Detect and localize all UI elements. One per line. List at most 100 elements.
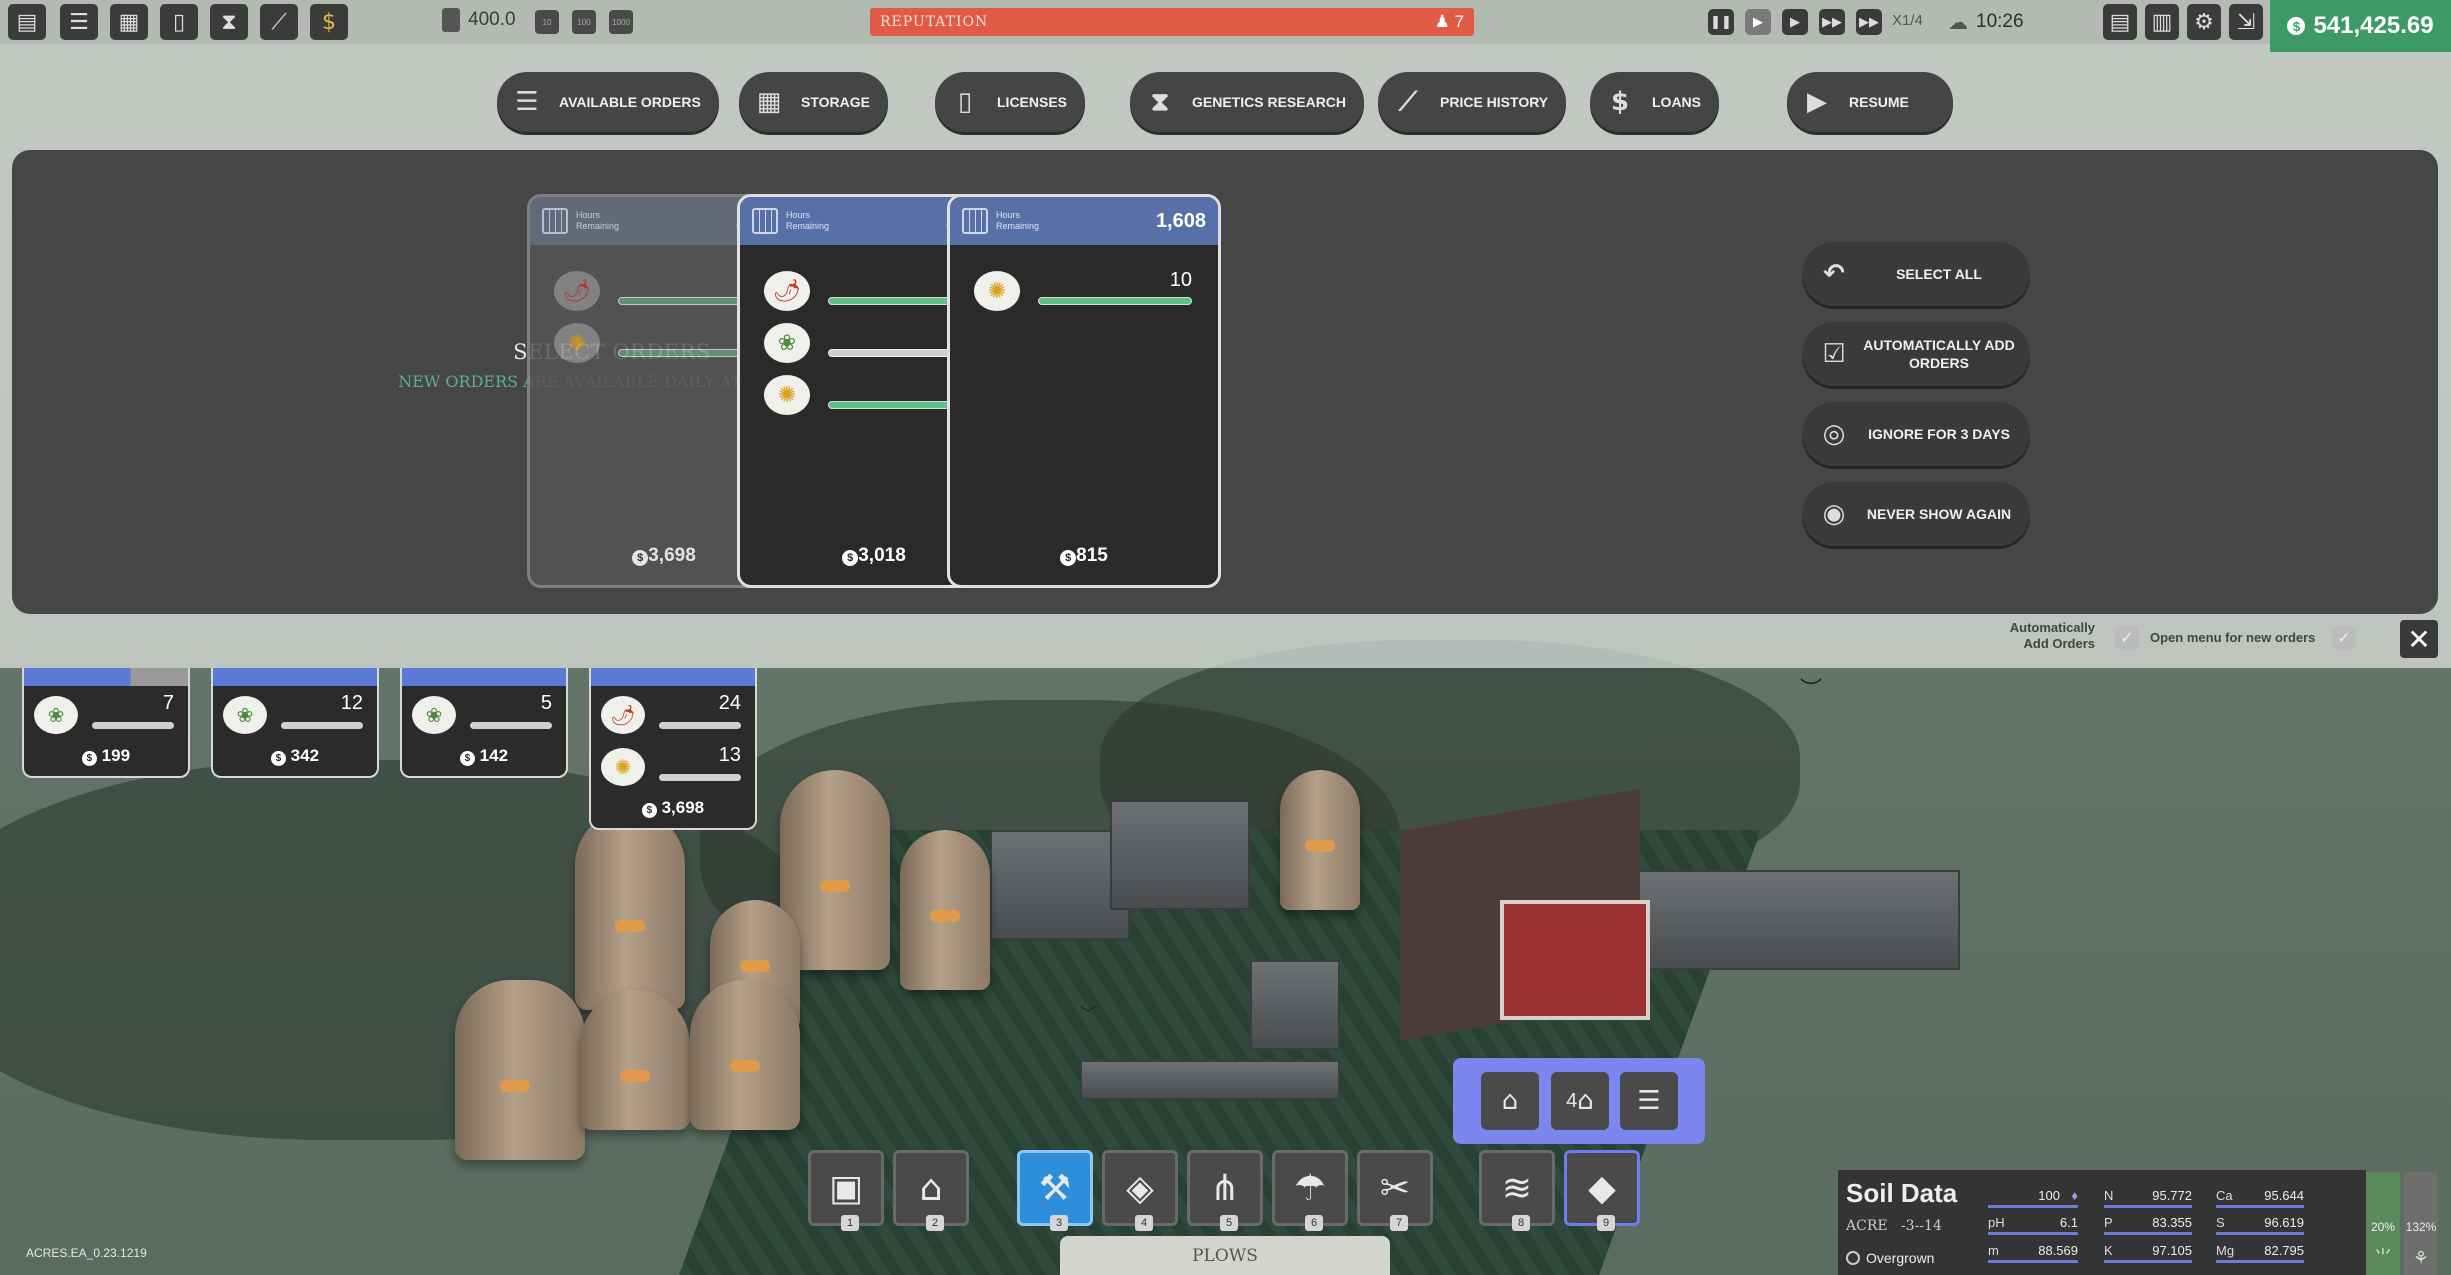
hours-label: Hours Remaining [996, 210, 1040, 231]
overgrown-label: Overgrown [1866, 1250, 1935, 1266]
top-bar: ▤ ☰ ▦ ▯ ⧗ ⟋ $ 400.0 10 100 1000 REPUTATI… [0, 0, 2451, 44]
book-icon[interactable]: ▥ [2145, 4, 2179, 40]
button-label: AUTOMATICALLY ADD ORDERS [1863, 337, 2015, 371]
storage-icon[interactable]: ☰ [1620, 1072, 1678, 1130]
nav-storage[interactable]: ▦ STORAGE [739, 72, 888, 132]
fuel-value: 400.0 [468, 9, 516, 30]
coin-icon: $ [459, 751, 475, 766]
tool-plow[interactable]: ⚒ 3 [1017, 1150, 1093, 1231]
mg-label: Mg [2216, 1243, 2235, 1258]
never-show-again-button[interactable]: ◉ NEVER SHOW AGAIN [1802, 482, 2030, 546]
order-card[interactable]: Hours Remaining 1,608 ✺ 10 $815 [947, 194, 1221, 588]
n-value: 95.772 [2152, 1188, 2192, 1203]
silo [1280, 770, 1360, 910]
m: m 88.569 [1988, 1243, 2078, 1265]
price-value: 3,018 [858, 545, 906, 566]
close-icon[interactable]: ✕ [2400, 620, 2438, 658]
exit-icon[interactable]: ⇲ [2229, 4, 2263, 40]
reputation-label: REPUTATION [880, 14, 989, 30]
pause-icon[interactable]: ❚❚ [1708, 9, 1734, 35]
active-order-card[interactable]: ❀ 5 $ 142 [400, 668, 568, 778]
silo [575, 810, 685, 1010]
silo [900, 830, 990, 990]
coin-icon: $ [270, 751, 286, 766]
open-menu-checkbox[interactable]: ✓ [2332, 626, 2356, 650]
cabbage-icon: ❀ [223, 696, 267, 734]
play-icon[interactable]: ▶ [1782, 9, 1808, 35]
fast-forward-icon[interactable]: ▶▶ [1819, 9, 1845, 35]
fastest-forward-icon[interactable]: ▶▶ [1856, 9, 1882, 35]
growth-value: 20% [2370, 1220, 2396, 1234]
house-icon[interactable]: ⌂ [1481, 1072, 1539, 1130]
auto-add-orders-checkbox[interactable]: ✓ [2115, 626, 2139, 650]
hourglass-icon[interactable]: ⧗ [210, 4, 248, 40]
tag-icon: ◆ [1588, 1167, 1616, 1209]
active-order-card[interactable]: ❀ 7 $ 199 [22, 668, 190, 778]
k-label: K [2104, 1243, 2113, 1258]
overgrown-toggle[interactable]: Overgrown [1846, 1250, 1934, 1266]
nav-price-history[interactable]: ⟋ PRICE HISTORY [1378, 72, 1567, 132]
tool-seed-bag[interactable]: ◈ 4 [1102, 1150, 1178, 1231]
tool-pruner[interactable]: ✂ 7 [1357, 1150, 1433, 1231]
chart-icon[interactable]: ⟋ [260, 4, 298, 40]
order-time-bar [591, 668, 755, 686]
nav-available-orders[interactable]: ☰ AVAILABLE ORDERS [497, 72, 719, 132]
loan-icon[interactable]: $ [310, 4, 348, 40]
calendar-icon [542, 208, 568, 234]
plow-icon: ⚒ [1038, 1167, 1072, 1209]
fuel-option-100[interactable]: 100 [572, 10, 596, 34]
house-icon[interactable]: 4 ⌂ [1551, 1072, 1609, 1130]
money-display: $541,425.69 [2270, 0, 2451, 52]
reputation-bar: REPUTATION ♟ 7 [870, 8, 1474, 36]
price-value: 3,698 [661, 798, 705, 817]
sunflower-icon: ✺ [554, 323, 600, 363]
nav-genetics-research[interactable]: ⧗ GENETICS RESEARCH [1130, 72, 1365, 132]
farm-icon[interactable]: ▤ [8, 4, 46, 40]
coin-icon: $ [81, 751, 97, 766]
tool-hotkey: 2 [926, 1215, 944, 1231]
tool-building[interactable]: ⌂ 2 [893, 1150, 969, 1231]
order-price: $ 142 [402, 738, 566, 776]
nav-licenses[interactable]: ▯ LICENSES [935, 72, 1086, 132]
auto-add-orders-button[interactable]: ☑ AUTOMATICALLY ADD ORDERS [1802, 322, 2030, 386]
m-label: m [1988, 1243, 1999, 1258]
order-item: ❀ 5 [412, 686, 556, 738]
active-order-card[interactable]: 🌶 24 ✺ 13 $ 3,698 [589, 668, 757, 830]
nav-loans[interactable]: $ LOANS [1590, 72, 1719, 132]
document-icon[interactable]: ▯ [160, 4, 198, 40]
hours-value: 1,608 [1155, 209, 1206, 232]
dna-icon: ⧗ [1150, 86, 1170, 117]
yield-gauge: 132% ⚘ [2404, 1172, 2438, 1275]
tool-watering-can[interactable]: ☂ 6 [1272, 1150, 1348, 1231]
ignore-3-days-button[interactable]: ◎ IGNORE FOR 3 DAYS [1802, 402, 2030, 466]
nav-label: PRICE HISTORY [1440, 94, 1549, 110]
order-item: ❀ 7 [34, 686, 178, 738]
tool-hotkey: 3 [1050, 1215, 1068, 1231]
tool-rake[interactable]: ⋔ 5 [1187, 1150, 1263, 1231]
active-order-card[interactable]: ❀ 12 $ 342 [211, 668, 379, 778]
growth-gauge: 20% ⺌ [2366, 1172, 2400, 1275]
tool-soil[interactable]: ≋ 8 [1479, 1150, 1555, 1231]
notes-icon[interactable]: ▤ [2103, 4, 2137, 40]
fuel-option-1000[interactable]: 1000 [609, 10, 633, 34]
m-value: 88.569 [2038, 1243, 2078, 1258]
gear-icon[interactable]: ⚙ [2187, 4, 2221, 40]
list-icon[interactable]: ☰ [60, 4, 98, 40]
tool-toolbox[interactable]: ▣ 1 [808, 1150, 884, 1231]
play-icon: ▶ [1807, 87, 1827, 117]
nav-resume[interactable]: ▶ RESUME [1787, 72, 1953, 132]
order-price: $815 [950, 545, 1218, 567]
cabbage-icon: ❀ [412, 696, 456, 734]
grid-icon[interactable]: ▦ [110, 4, 148, 40]
order-time-bar [402, 668, 566, 686]
select-all-button[interactable]: ↶ SELECT ALL [1802, 242, 2030, 306]
fuel-option-10[interactable]: 10 [535, 10, 559, 34]
eye-hidden-icon: ◎ [1822, 419, 1846, 449]
nav-label: LOANS [1652, 94, 1701, 110]
shed [990, 830, 1130, 940]
rake-icon: ⋔ [1209, 1167, 1241, 1209]
order-item: ❀ 12 [223, 686, 367, 738]
play-icon[interactable]: ▶ [1745, 9, 1771, 35]
soil-icon: ≋ [1501, 1167, 1533, 1209]
tool-tag[interactable]: ◆ 9 [1564, 1150, 1640, 1231]
